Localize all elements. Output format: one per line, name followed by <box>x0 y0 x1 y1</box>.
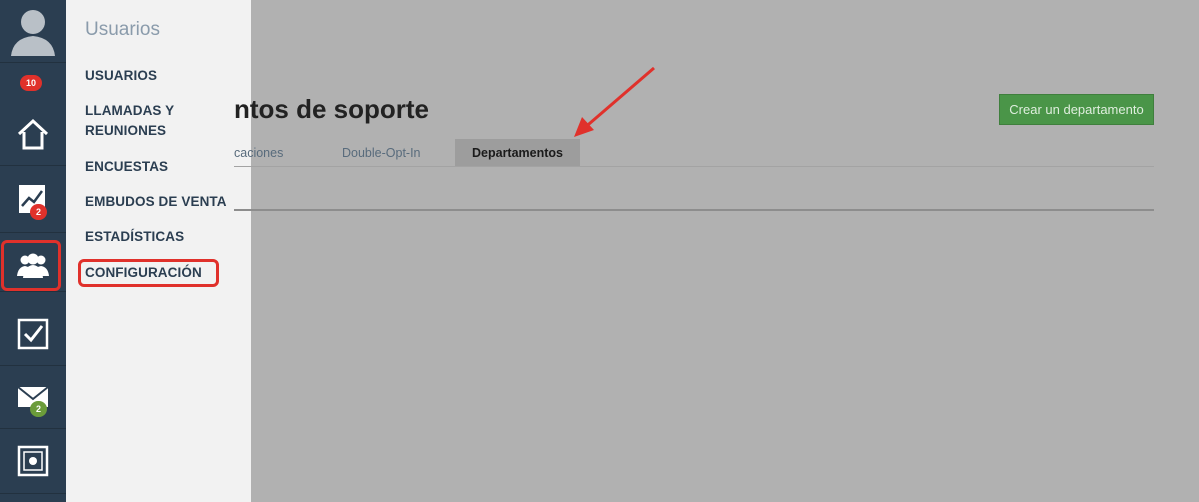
checkbox-icon <box>17 318 49 350</box>
statistics-badge: 2 <box>30 204 48 220</box>
rail-tasks[interactable] <box>0 303 66 366</box>
rail-avatar[interactable] <box>0 0 66 63</box>
rail-statistics[interactable] <box>0 166 66 233</box>
configuracion-highlight-box <box>78 259 219 287</box>
red-arrow-annotation <box>574 66 655 137</box>
flyout-title: Usuarios <box>85 19 160 40</box>
users-highlight-box <box>1 240 61 291</box>
menu-item-embudos-venta[interactable]: EMBUDOS DE VENTA <box>85 192 245 212</box>
menu-item-llamadas-reuniones[interactable]: LLAMADAS Y REUNIONES <box>85 101 245 141</box>
tab-double-opt-in[interactable]: Double-Opt-In <box>342 139 421 166</box>
home-icon <box>17 118 49 150</box>
menu-item-estadisticas[interactable]: ESTADÍSTICAS <box>85 227 245 247</box>
page-title: ntos de soporte <box>234 94 430 124</box>
tab-notificaciones[interactable]: caciones <box>234 139 283 166</box>
users-flyout-menu: Usuarios USUARIOS LLAMADAS Y REUNIONES E… <box>66 0 251 502</box>
rail-home[interactable] <box>0 103 66 166</box>
tabs-divider <box>234 166 1154 167</box>
mail-badge: 2 <box>30 401 48 417</box>
create-department-button[interactable]: Crear un departamento <box>999 94 1154 125</box>
menu-item-encuestas[interactable]: ENCUESTAS <box>85 157 245 177</box>
notification-badge: 10 <box>20 75 43 91</box>
user-avatar-icon <box>11 10 55 56</box>
menu-item-usuarios[interactable]: USUARIOS <box>85 66 245 86</box>
content-divider <box>234 209 1154 211</box>
rail-safe[interactable] <box>0 429 66 494</box>
icon-rail: 10 2 2 <box>0 0 66 502</box>
safe-icon <box>17 445 49 477</box>
rail-mail[interactable] <box>0 366 66 429</box>
